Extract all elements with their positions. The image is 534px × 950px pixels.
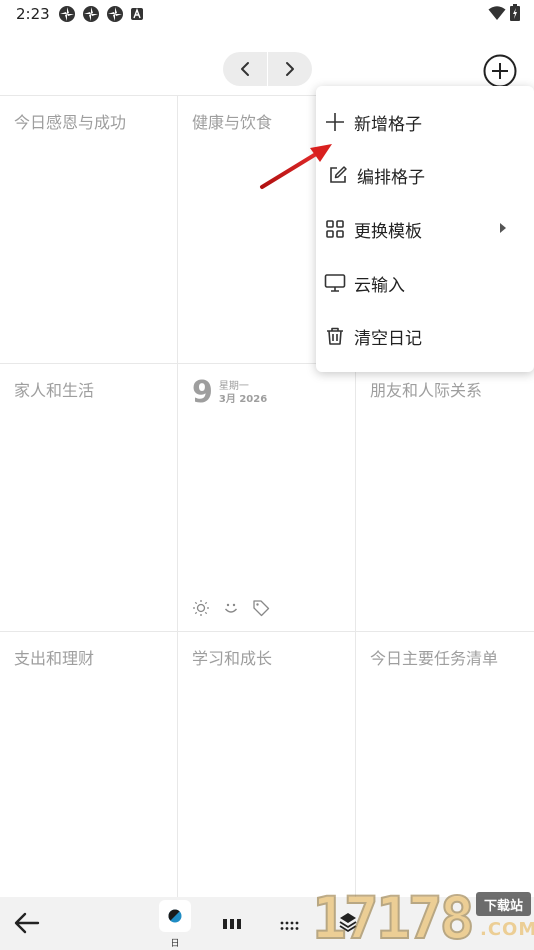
grid-cell[interactable]: 朋友和人际关系 (356, 364, 534, 632)
grid-icon (324, 218, 346, 240)
date-day: 9 (192, 375, 213, 410)
watermark-suffix: .COM (480, 919, 534, 940)
arrow-left-icon (14, 912, 40, 934)
add-circle-icon (483, 54, 517, 88)
chevron-right-icon (285, 62, 294, 76)
grid-cell[interactable]: 支出和理财 (0, 632, 178, 898)
tag-icon[interactable] (252, 599, 270, 617)
menu-item-arrange-cells[interactable]: 编排格子 (316, 150, 534, 200)
battery-charging-icon (510, 4, 520, 21)
date-block: 9 星期一 3月 2026 (192, 376, 267, 410)
back-button[interactable] (13, 911, 41, 935)
popup-menu: 新增格子 编排格子 更换模板 云输入 清空日记 (316, 86, 534, 372)
menu-item-label: 更换模板 (354, 221, 422, 242)
date-weekday: 星期一 (218, 381, 249, 392)
day-view-button[interactable]: 日 (159, 900, 191, 950)
wifi-icon (488, 5, 506, 20)
menu-item-label: 清空日记 (354, 328, 422, 349)
menu-item-cloud-input[interactable]: 云输入 (316, 258, 534, 308)
menu-item-clear-diary[interactable]: 清空日记 (316, 311, 534, 361)
grid-cell[interactable]: 家人和生活 (0, 364, 178, 632)
cell-title: 朋友和人际关系 (370, 381, 483, 400)
submenu-arrow-icon (500, 223, 506, 233)
annotation-arrow-icon (260, 144, 332, 189)
cell-title: 学习和成长 (192, 649, 273, 668)
grid-cell[interactable]: 学习和成长 (178, 632, 356, 898)
day-view-label: 日 (170, 939, 180, 949)
date-meta: 星期一 3月 2026 (219, 380, 267, 406)
date-icons (192, 599, 270, 617)
pinwheel-icon (59, 6, 75, 22)
cell-title: 家人和生活 (14, 381, 95, 400)
watermark-badge: 下载站 (476, 892, 531, 916)
pinwheel-icon (83, 6, 99, 22)
smile-icon[interactable] (222, 599, 240, 617)
cell-title: 健康与饮食 (192, 113, 273, 132)
monitor-icon (324, 272, 346, 294)
menu-item-label: 云输入 (354, 275, 405, 296)
status-time: 2:23 (16, 5, 50, 23)
menu-item-add-cell[interactable]: 新增格子 (316, 97, 534, 147)
cell-title: 今日感恩与成功 (14, 113, 127, 132)
trash-icon (324, 325, 346, 347)
week-view-icon (223, 919, 241, 929)
date-month: 3月 2026 (218, 394, 268, 405)
week-view-button[interactable] (222, 915, 242, 934)
add-button[interactable] (482, 53, 518, 89)
cell-title: 今日主要任务清单 (370, 649, 499, 668)
watermark-logo: 17178 下载站 .COM (308, 885, 534, 950)
pinwheel-icon (107, 6, 123, 22)
day-view-icon (168, 909, 182, 923)
sun-icon[interactable] (192, 599, 210, 617)
menu-item-change-template[interactable]: 更换模板 (316, 204, 534, 254)
cell-title: 支出和理财 (14, 649, 95, 668)
menu-item-label: 编排格子 (357, 167, 425, 188)
menu-item-label: 新增格子 (354, 114, 422, 135)
chevron-left-icon (241, 62, 250, 76)
a-badge-icon (131, 8, 143, 20)
date-nav (223, 52, 312, 86)
watermark-digits: 17178 (311, 884, 476, 950)
day-view-selected (159, 900, 191, 932)
nav-divider (267, 52, 268, 86)
notification-icons (58, 5, 144, 23)
status-bar: 2:23 (0, 0, 534, 30)
system-icons (488, 4, 520, 21)
plus-icon (324, 111, 346, 133)
month-view-button[interactable] (280, 916, 300, 935)
grid-cell[interactable]: 今日主要任务清单 (356, 632, 534, 898)
grid-cell[interactable]: 今日感恩与成功 (0, 96, 178, 364)
month-view-icon (280, 921, 299, 930)
next-button[interactable] (268, 52, 313, 86)
prev-button[interactable] (223, 52, 268, 86)
date-cell[interactable]: 9 星期一 3月 2026 (178, 364, 356, 632)
